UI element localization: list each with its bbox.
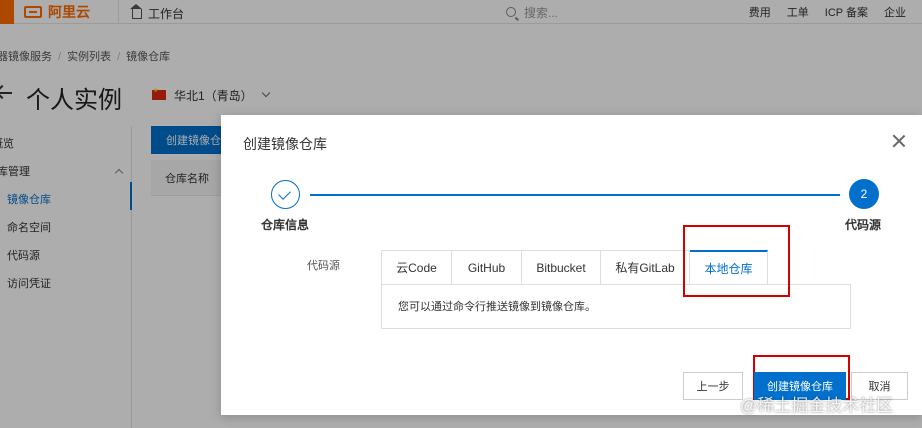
step-2-indicator: 2 — [849, 179, 879, 209]
step-2-label: 代码源 — [845, 218, 882, 232]
check-icon — [278, 187, 291, 200]
annotation-highlight-tab — [683, 225, 790, 297]
tab-github[interactable]: GitHub — [452, 250, 522, 285]
previous-step-button[interactable]: 上一步 — [683, 372, 743, 400]
close-icon[interactable] — [891, 133, 907, 149]
step-1-label: 仓库信息 — [261, 218, 310, 232]
watermark: @稀土掘金技术社区 — [740, 396, 894, 415]
step-1-indicator — [271, 180, 300, 209]
code-source-label: 代码源 — [307, 260, 340, 272]
dialog-title: 创建镜像仓库 — [243, 136, 327, 152]
create-repo-dialog: 创建镜像仓库 2 仓库信息 代码源 代码源 云Code GitHub Bitbu… — [221, 115, 922, 415]
step-connector — [310, 194, 840, 196]
tab-yun-code[interactable]: 云Code — [381, 250, 452, 285]
tab-bitbucket[interactable]: Bitbucket — [522, 250, 601, 285]
tab-private-gitlab[interactable]: 私有GitLab — [601, 250, 690, 285]
